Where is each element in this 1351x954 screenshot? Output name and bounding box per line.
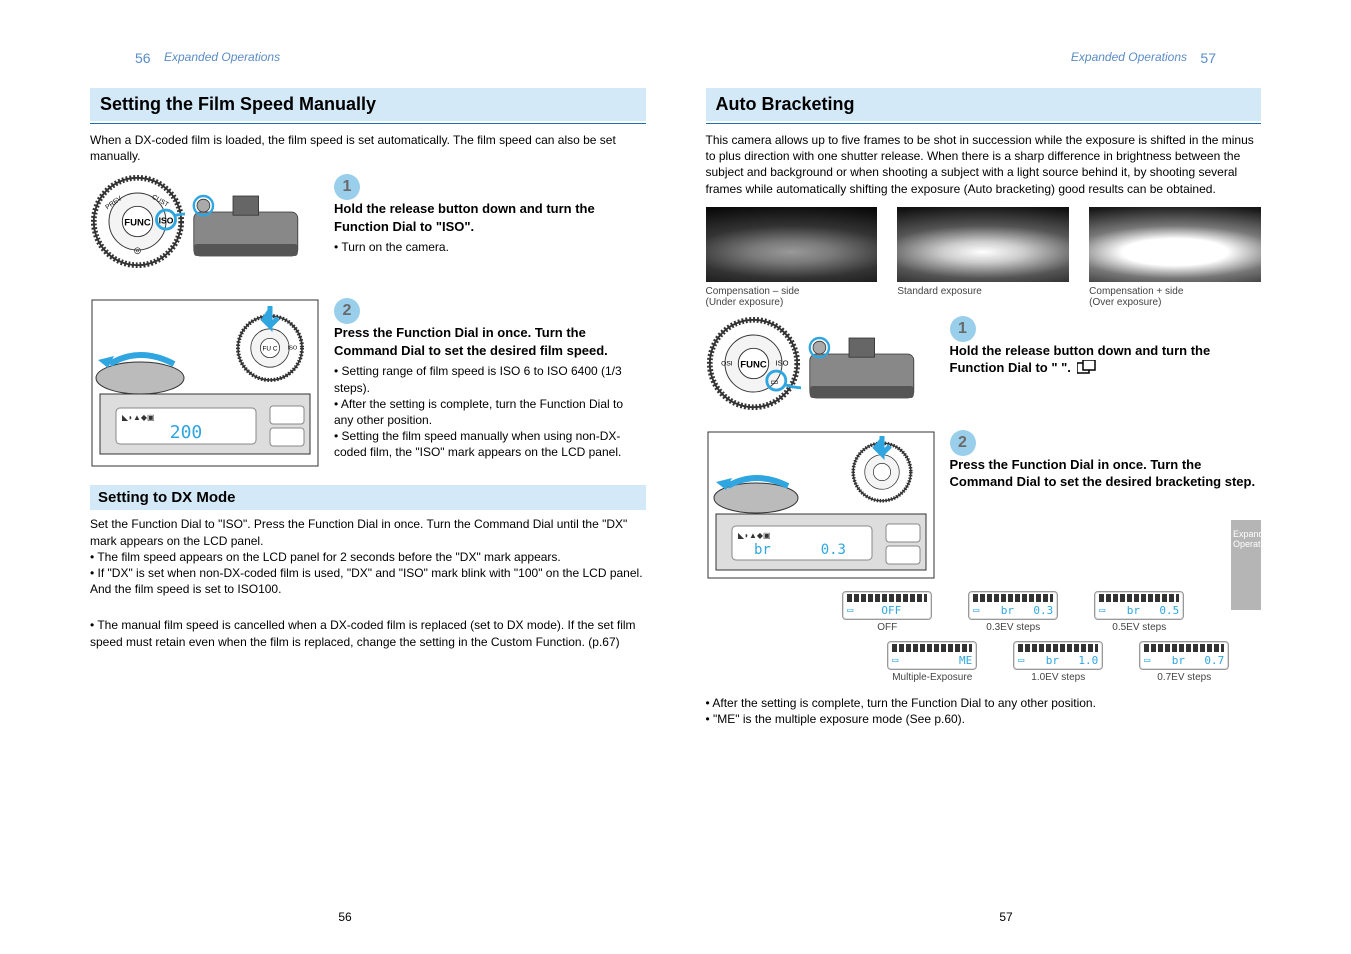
section-underline-right <box>706 123 1262 124</box>
step-2-right: ◣◗▲◆▣ br 0.3 2 Press the Function Dial i… <box>706 430 1262 583</box>
step-head-1-left: Hold the release button down and turn th… <box>334 200 646 235</box>
section-underline-left <box>90 123 646 124</box>
bottom-page-left: 56 <box>320 910 370 924</box>
intro-right: This camera allows up to five frames to … <box>706 132 1262 197</box>
subsection-body-left: Set the Function Dial to "ISO". Press th… <box>90 516 646 597</box>
step-head-2-left: Press the Function Dial in once. Turn th… <box>334 324 646 359</box>
svg-text:ISO: ISO <box>288 346 298 352</box>
section-tab-label: ExpandedOperations <box>1233 530 1259 550</box>
svg-text:OSI: OSI <box>721 360 733 367</box>
step-badge-2-right: 2 <box>950 430 976 456</box>
bracketing-icon <box>1077 360 1097 379</box>
sample-caption-under: Compensation – side (Under exposure) <box>706 286 878 308</box>
svg-text:◣◗▲◆▣: ◣◗▲◆▣ <box>122 413 155 422</box>
svg-text:ISO: ISO <box>775 358 788 367</box>
left-page: Setting the Film Speed Manually When a D… <box>90 50 646 737</box>
step-2-left: FU C ISO ◣◗▲◆▣ 200 <box>90 298 646 471</box>
page-number-top-right: 57 <box>1200 50 1216 66</box>
step-body-2-left: • Setting range of film speed is ISO 6 t… <box>334 363 646 460</box>
step2-illustration-right: ◣◗▲◆▣ br 0.3 <box>706 430 936 580</box>
lcd-iso-value: 200 <box>170 422 203 443</box>
svg-text:◣◗▲◆▣: ◣◗▲◆▣ <box>738 531 771 540</box>
right-page: Auto Bracketing This camera allows up to… <box>706 50 1262 737</box>
note-left: • The manual film speed is cancelled whe… <box>90 617 646 649</box>
running-header-right: Expanded Operations <box>1071 50 1187 64</box>
svg-text:FUNC: FUNC <box>740 359 767 370</box>
step-badge-1-left: 1 <box>334 174 360 200</box>
camera-body-illustration-right <box>804 330 934 410</box>
page-number-top-left: 56 <box>135 50 151 66</box>
lcd-05-caption: 0.5EV steps <box>1094 622 1184 633</box>
section-title-left: Setting the Film Speed Manually <box>90 88 646 121</box>
lcd-10-caption: 1.0EV steps <box>1013 672 1103 683</box>
lcd-07: ▭br0.7 <box>1139 641 1229 670</box>
lcd-options: ▭OFF OFF ▭br0.3 0.3EV steps ▭br0.5 <box>766 591 1262 683</box>
sample-standard <box>897 207 1069 282</box>
svg-text:FU C: FU C <box>263 346 278 353</box>
step2-illustration-left: FU C ISO ◣◗▲◆▣ 200 <box>90 298 320 468</box>
subsection-title-left: Setting to DX Mode <box>90 485 646 510</box>
svg-text:ISO: ISO <box>159 216 174 226</box>
intro-left: When a DX-coded film is loaded, the film… <box>90 132 646 164</box>
lcd-10: ▭br1.0 <box>1013 641 1103 670</box>
foot-right: • After the setting is complete, turn th… <box>706 695 1262 727</box>
section-title-right: Auto Bracketing <box>706 88 1262 121</box>
camera-body-illustration <box>188 188 318 268</box>
step-head-2-right: Press the Function Dial in once. Turn th… <box>950 456 1262 491</box>
svg-text:FUNC: FUNC <box>124 218 151 229</box>
function-dial-illustration-right: FUNC ISO OSI ▭ <box>706 316 801 411</box>
step-1-right: FUNC ISO OSI ▭ <box>706 316 1262 416</box>
lcd-off: ▭OFF <box>842 591 932 620</box>
bottom-page-right: 57 <box>981 910 1031 924</box>
step-head-1-right: Hold the release button down and turn th… <box>950 342 1262 378</box>
lcd-03-caption: 0.3EV steps <box>968 622 1058 633</box>
running-header-left: Expanded Operations <box>164 50 280 64</box>
sample-caption-standard: Standard exposure <box>897 286 1069 308</box>
svg-text:br: br <box>754 542 771 558</box>
step-1-left: FUNC ISO CUST PREV ◎ <box>90 174 646 284</box>
step-body-1-left: • Turn on the camera. <box>334 239 646 255</box>
lcd-me: ▭ME <box>887 641 977 670</box>
svg-text:◎: ◎ <box>134 245 142 255</box>
sample-over <box>1089 207 1261 282</box>
lcd-07-caption: 0.7EV steps <box>1139 672 1229 683</box>
svg-text:▭: ▭ <box>770 376 778 386</box>
lcd-me-caption: Multiple-Exposure <box>887 672 977 683</box>
sample-under <box>706 207 878 282</box>
lcd-05: ▭br0.5 <box>1094 591 1184 620</box>
lcd-off-caption: OFF <box>842 622 932 633</box>
sample-caption-over: Compensation + side (Over exposure) <box>1089 286 1261 308</box>
sample-image-strip <box>706 207 1262 282</box>
function-dial-illustration: FUNC ISO CUST PREV ◎ <box>90 174 185 269</box>
lcd-03: ▭br0.3 <box>968 591 1058 620</box>
step-badge-2-left: 2 <box>334 298 360 324</box>
svg-text:0.3: 0.3 <box>820 542 845 558</box>
step-badge-1-right: 1 <box>950 316 976 342</box>
